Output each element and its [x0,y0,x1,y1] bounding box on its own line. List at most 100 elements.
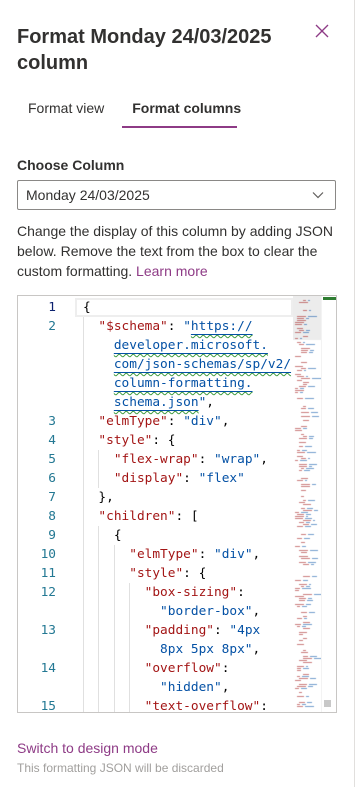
code-text: "style": { [83,564,206,583]
json-url: com/json-schemas/sp/v2/ [113,357,292,372]
line-number: 10 [40,547,56,562]
code-line: 14 "overflow": [18,659,293,678]
switch-to-design-mode-link[interactable]: Switch to design mode [17,738,158,758]
json-string-value: "flex" [198,471,245,486]
line-number: 7 [48,490,56,505]
json-key: "children" [98,509,176,524]
json-punctuation: , [221,680,230,695]
code-text: com/json-schemas/sp/v2/ [83,355,291,374]
json-url: schema.json [113,395,199,410]
code-line: 4 "style": { [18,431,293,450]
line-number: 4 [48,433,56,448]
code-text: "style": { [83,431,175,450]
editor-scrollbar[interactable] [321,296,336,712]
learn-more-link[interactable]: Learn more [136,263,208,279]
json-key: "elmType" [129,547,199,562]
json-key: "padding" [144,623,214,638]
line-number: 2 [48,319,56,334]
json-punctuation: { [83,300,91,315]
code-lines: 1 {2 "$schema": "https:// developer.micro… [18,298,293,713]
code-line: 2 "$schema": "https:// [18,317,293,336]
code-line: 3 "elmType": "div", [18,412,293,431]
code-text: "children": [ [83,507,199,526]
json-punctuation: : [167,414,184,429]
tab-label: Format columns [132,100,242,116]
json-punctuation: , [221,414,230,429]
json-punctuation: , [252,604,261,619]
code-minimap[interactable] [293,296,321,712]
choose-column-dropdown[interactable]: Monday 24/03/2025 [17,180,336,210]
json-string-value: "4px [229,623,261,638]
code-text: "display": "flex" [83,469,245,488]
json-string-value: " [183,319,191,334]
json-string-value: "div" [214,547,253,562]
code-text: "padding": "4px [83,621,261,640]
tab-format-columns[interactable]: Format columns [122,94,251,128]
json-punctuation: : [183,471,199,486]
lint-warning-squiggle: column-formatting. [114,376,253,391]
json-key: "elmType" [98,414,168,429]
json-punctuation: : [198,452,214,467]
code-line: 8 "children": [ [18,507,293,526]
json-code-editor[interactable]: 1 {2 "$schema": "https:// developer.micro… [17,295,337,713]
json-punctuation: : [213,623,230,638]
line-number: 14 [40,661,56,676]
tab-format-view[interactable]: Format view [18,94,114,128]
code-text: "border-box", [83,602,260,621]
code-line: 15 "text-overflow": [18,697,293,713]
code-text: "elmType": "div", [83,412,229,431]
lint-warning-squiggle: schema.json [114,395,199,410]
line-number: 5 [48,452,56,467]
code-text: "flex-wrap": "wrap", [83,450,268,469]
discard-note: This formatting JSON will be discarded [17,761,224,775]
code-text: developer.microsoft. [83,336,268,355]
json-punctuation: , [206,395,215,410]
line-number: 9 [48,528,56,543]
close-button[interactable] [314,23,330,39]
description: Change the display of this column by add… [17,221,342,281]
json-punctuation: : { [152,433,176,448]
code-line-wrapped: "hidden", [18,678,293,697]
code-text: schema.json", [83,393,214,412]
json-key: "$schema" [98,319,168,334]
json-punctuation: : [167,319,184,334]
json-punctuation: : [221,661,230,676]
line-number: 13 [40,623,56,638]
chevron-down-icon [312,189,324,201]
json-key: "text-overflow" [144,699,261,713]
code-text: "hidden", [83,678,229,697]
json-url: column-formatting. [113,376,253,391]
json-punctuation: : [ [175,509,199,524]
code-text: "elmType": "div", [83,545,260,564]
json-punctuation: : [237,585,245,600]
line-number: 3 [48,414,56,429]
json-punctuation: , [260,452,268,467]
json-punctuation: : { [183,566,207,581]
lint-warning-squiggle: https:// [191,319,253,334]
json-string-value: "div" [183,414,222,429]
code-text: 8px 5px 8px", [83,640,260,659]
json-key: "style" [129,566,184,581]
json-key: "style" [98,433,153,448]
overview-ruler-marker [323,297,336,300]
code-text: "box-sizing": [83,583,245,602]
tab-selected-indicator [122,126,238,128]
line-number: 1 [48,300,56,315]
code-line-wrapped: 8px 5px 8px", [18,640,293,659]
json-string-value: "border-box" [160,604,253,619]
